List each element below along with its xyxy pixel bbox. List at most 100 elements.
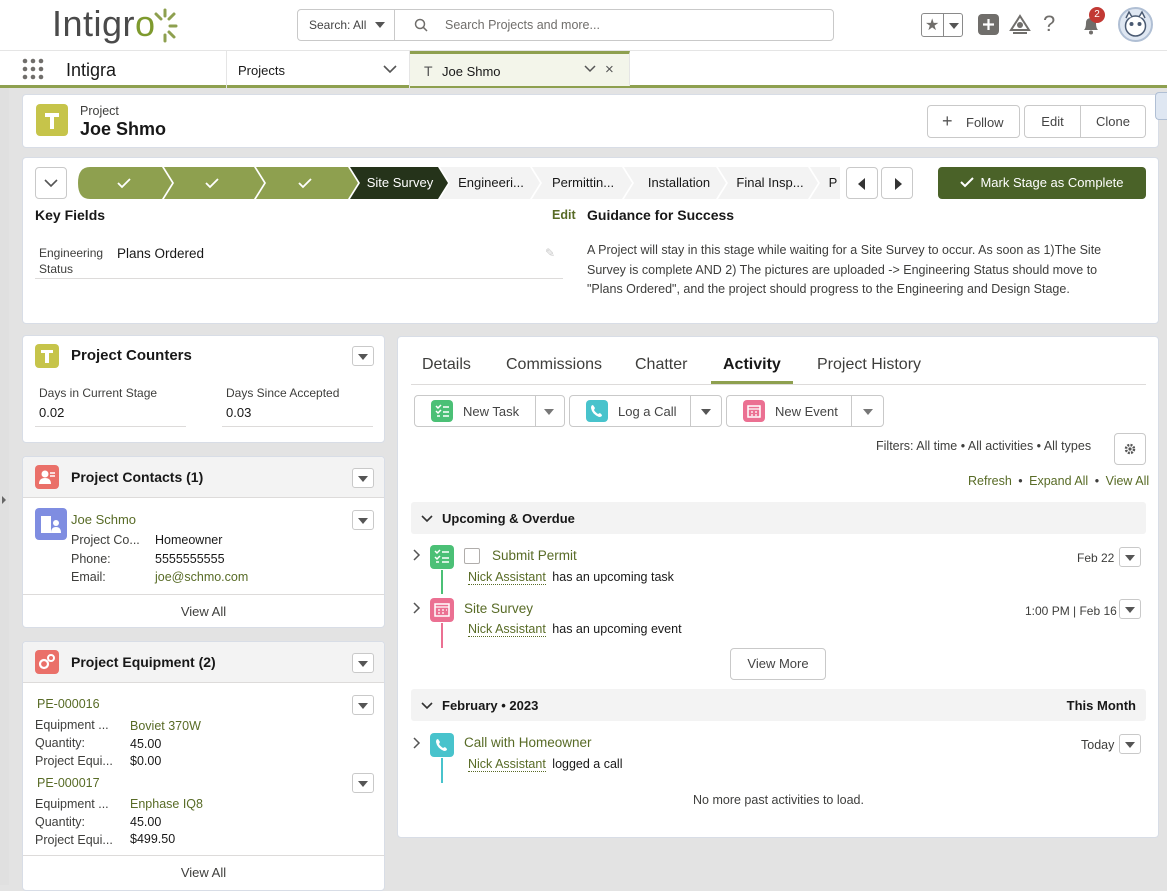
mark-stage-complete-button[interactable]: Mark Stage as Complete	[938, 167, 1146, 199]
engineering-status-value: Plans Ordered	[117, 246, 205, 261]
project-record-icon	[35, 344, 59, 368]
follow-button[interactable]: + Follow	[927, 105, 1020, 138]
trailhead-icon[interactable]	[1009, 14, 1031, 35]
refresh-link[interactable]: Refresh	[968, 474, 1012, 488]
stage-label-final-inspection: Final Insp...	[736, 175, 804, 190]
key-fields-edit-link[interactable]: Edit	[552, 208, 576, 222]
engineering-status-label: Engineering Status	[39, 246, 104, 276]
chevron-right-icon[interactable]	[412, 737, 421, 749]
field-divider	[35, 426, 186, 427]
owner-link[interactable]: Nick Assistant	[468, 570, 546, 585]
equipment-field-labels: Equipment ... Quantity: Project Equi...	[35, 797, 113, 847]
activity-title-link[interactable]: Site Survey	[464, 601, 533, 616]
owner-link[interactable]: Nick Assistant	[468, 622, 546, 637]
owner-link[interactable]: Nick Assistant	[468, 757, 546, 772]
contact-email-link[interactable]: joe@schmo.com	[155, 568, 248, 587]
chevron-down-icon	[421, 702, 433, 710]
path-scroll-right-button[interactable]	[881, 167, 913, 199]
chevron-down-icon[interactable]	[584, 64, 596, 73]
contacts-view-all-link[interactable]: View All	[23, 604, 384, 619]
equipment-link[interactable]: Enphase IQ8	[130, 796, 203, 814]
favorites-button[interactable]: ★	[921, 13, 963, 37]
activity-menu-dropdown[interactable]	[1119, 547, 1141, 567]
row-menu-dropdown[interactable]	[352, 773, 374, 793]
row-menu-dropdown[interactable]	[352, 510, 374, 530]
project-hammer-icon: T	[424, 63, 433, 79]
days-accepted-value: 0.03	[226, 405, 252, 420]
path-scroll-left-button[interactable]	[846, 167, 878, 199]
activity-links: Refresh • Expand All • View All	[968, 474, 1150, 488]
new-event-button[interactable]: New Event	[726, 395, 884, 427]
global-search[interactable]: Search: All Search Projects and more...	[297, 9, 834, 41]
tab-divider	[411, 384, 1146, 385]
chevron-down-icon[interactable]	[863, 409, 873, 415]
equipment-id-link[interactable]: PE-000017	[37, 776, 100, 790]
call-icon	[430, 733, 454, 757]
edit-button[interactable]: Edit	[1024, 105, 1081, 138]
contact-name-link[interactable]: Joe Schmo	[71, 512, 136, 527]
chevron-down-icon	[421, 515, 433, 523]
task-checkbox[interactable]	[464, 548, 480, 564]
upcoming-section-header[interactable]: Upcoming & Overdue	[411, 502, 1146, 534]
pencil-edit-icon[interactable]: ✎	[545, 246, 555, 260]
help-icon[interactable]: ?	[1043, 11, 1055, 37]
activity-title-link[interactable]: Call with Homeowner	[464, 735, 592, 750]
card-menu-dropdown[interactable]	[352, 468, 374, 488]
intigra-logo[interactable]: Intigro	[52, 3, 156, 45]
checkmark-icon	[960, 177, 975, 188]
clone-button[interactable]: Clone	[1080, 105, 1146, 138]
search-scope-dropdown[interactable]: Search: All	[298, 10, 395, 40]
activity-filters: Filters: All time • All activities • All…	[876, 439, 1092, 453]
utility-panel-tab[interactable]	[1155, 92, 1167, 120]
activity-date: 1:00 PM | Feb 16	[1025, 604, 1117, 618]
call-icon	[586, 400, 608, 422]
chevron-right-icon[interactable]	[412, 549, 421, 561]
collapse-arrow-icon[interactable]	[2, 496, 6, 504]
activity-title-link[interactable]: Submit Permit	[492, 548, 577, 563]
chevron-right-icon[interactable]	[412, 602, 421, 614]
equipment-view-all-link[interactable]: View All	[23, 865, 384, 880]
path-toggle-button[interactable]	[35, 167, 67, 199]
expand-all-link[interactable]: Expand All	[1029, 474, 1088, 488]
card-menu-dropdown[interactable]	[352, 346, 374, 366]
user-avatar[interactable]	[1118, 7, 1153, 42]
timeline-line	[441, 623, 443, 648]
contact-field-values: Homeowner 5555555555 joe@schmo.com	[155, 531, 248, 587]
contact-avatar-icon	[35, 508, 67, 540]
tab-joe-shmo[interactable]: T Joe Shmo ×	[410, 51, 630, 86]
activity-subtext: Nick Assistant has an upcoming event	[468, 622, 682, 637]
view-all-link[interactable]: View All	[1106, 474, 1150, 488]
app-launcher-icon[interactable]	[22, 58, 44, 80]
task-icon	[430, 545, 454, 569]
equipment-link[interactable]: Boviet 370W	[130, 718, 201, 736]
tab-projects[interactable]: Projects	[226, 51, 410, 88]
filter-settings-button[interactable]	[1114, 433, 1146, 465]
equipment-id-link[interactable]: PE-000016	[37, 697, 100, 711]
view-more-button[interactable]: View More	[730, 648, 826, 680]
divider	[23, 855, 384, 856]
new-task-button[interactable]: New Task	[414, 395, 565, 427]
global-actions-add-icon[interactable]	[978, 14, 999, 35]
activity-subtext: Nick Assistant has an upcoming task	[468, 570, 674, 585]
tab-project-history[interactable]: Project History	[817, 356, 921, 374]
contacts-icon	[35, 465, 59, 489]
chevron-down-icon[interactable]	[544, 409, 554, 415]
row-menu-dropdown[interactable]	[352, 695, 374, 715]
close-tab-icon[interactable]: ×	[605, 61, 614, 78]
card-menu-dropdown[interactable]	[352, 653, 374, 673]
tab-chatter[interactable]: Chatter	[635, 356, 687, 374]
month-section-header[interactable]: February • 2023 This Month	[411, 689, 1146, 721]
logo-sun-icon	[154, 8, 178, 43]
chevron-down-icon[interactable]	[701, 409, 711, 415]
tab-commissions[interactable]: Commissions	[506, 356, 602, 374]
project-equipment-title[interactable]: Project Equipment (2)	[71, 654, 216, 670]
timeline-line	[441, 570, 443, 594]
activity-menu-dropdown[interactable]	[1119, 734, 1141, 754]
tab-activity[interactable]: Activity	[723, 356, 781, 374]
log-a-call-button[interactable]: Log a Call	[569, 395, 722, 427]
search-input[interactable]: Search Projects and more...	[445, 18, 600, 32]
activity-menu-dropdown[interactable]	[1119, 599, 1141, 619]
chevron-down-icon[interactable]	[383, 64, 397, 74]
project-contacts-title[interactable]: Project Contacts (1)	[71, 469, 203, 485]
tab-details[interactable]: Details	[422, 356, 471, 374]
